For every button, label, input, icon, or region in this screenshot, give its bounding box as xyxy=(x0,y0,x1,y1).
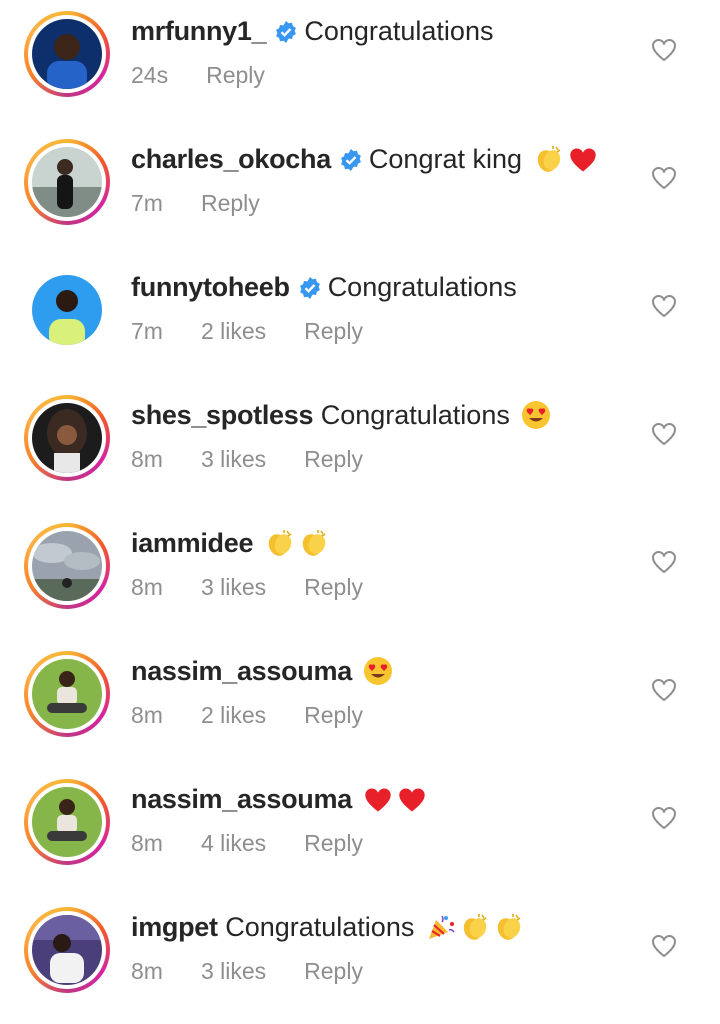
like-heart-icon[interactable] xyxy=(651,294,677,318)
avatar[interactable] xyxy=(32,659,102,729)
comment-time: 7m xyxy=(131,318,163,344)
comment-username[interactable]: funnytoheeb xyxy=(131,272,290,302)
party-popper-icon xyxy=(426,912,456,950)
comment-username[interactable]: nassim_assouma xyxy=(131,784,352,814)
comment-time: 7m xyxy=(131,190,163,216)
story-ring[interactable] xyxy=(24,779,110,865)
like-heart-icon[interactable] xyxy=(651,166,677,190)
clapping-hands-icon xyxy=(299,528,329,566)
comment-username[interactable]: charles_okocha xyxy=(131,144,331,174)
comment-text: Congratulations xyxy=(304,16,494,46)
story-ring[interactable] xyxy=(24,523,110,609)
like-count[interactable]: 2 likes xyxy=(201,318,266,344)
verified-badge-icon xyxy=(274,18,298,52)
reply-button[interactable]: Reply xyxy=(304,318,363,344)
avatar-frame xyxy=(24,267,110,353)
like-heart-icon[interactable] xyxy=(651,678,677,702)
reply-button[interactable]: Reply xyxy=(206,62,265,88)
comment-time: 8m xyxy=(131,574,163,600)
comment-username[interactable]: iammidee xyxy=(131,528,253,558)
reply-button[interactable]: Reply xyxy=(304,830,363,856)
reply-button[interactable]: Reply xyxy=(304,446,363,472)
comment-username[interactable]: shes_spotless xyxy=(131,400,314,430)
comment-item: nassim_assouma 8m 4 likes Reply xyxy=(0,768,720,896)
verified-badge-icon xyxy=(298,274,322,308)
comment-text: Congratulations xyxy=(225,912,415,942)
comment-text: Congratulations xyxy=(320,400,510,430)
verified-badge-icon xyxy=(339,146,363,180)
avatar[interactable] xyxy=(32,147,102,217)
reply-button[interactable]: Reply xyxy=(304,574,363,600)
clapping-hands-icon xyxy=(265,528,295,566)
like-heart-icon[interactable] xyxy=(651,38,677,62)
clapping-hands-icon xyxy=(460,912,490,950)
like-heart-icon[interactable] xyxy=(651,934,677,958)
story-ring[interactable] xyxy=(24,651,110,737)
like-count[interactable]: 3 likes xyxy=(201,446,266,472)
comment-username[interactable]: mrfunny1_ xyxy=(131,16,267,46)
comment-text: Congratulations xyxy=(327,272,517,302)
comment-item: funnytoheeb Congratulations 7m 2 likes Repl… xyxy=(0,256,720,384)
comment-item: charles_okocha Congrat king 7m Reply xyxy=(0,128,720,256)
avatar[interactable] xyxy=(32,19,102,89)
comment-item: imgpet Congratulations 8m 3 likes Reply xyxy=(0,896,720,1024)
avatar[interactable] xyxy=(32,531,102,601)
story-ring[interactable] xyxy=(24,395,110,481)
avatar[interactable] xyxy=(32,915,102,985)
reply-button[interactable]: Reply xyxy=(201,190,260,216)
story-ring[interactable] xyxy=(24,139,110,225)
red-heart-icon xyxy=(397,786,427,822)
comment-time: 8m xyxy=(131,958,163,984)
comment-item: shes_spotless Congratulations 8m 3 likes R… xyxy=(0,384,720,512)
like-heart-icon[interactable] xyxy=(651,806,677,830)
comment-username[interactable]: nassim_assouma xyxy=(131,656,352,686)
heart-eyes-icon xyxy=(521,400,551,438)
like-count[interactable]: 3 likes xyxy=(201,958,266,984)
like-count[interactable]: 2 likes xyxy=(201,702,266,728)
comment-item: iammidee 8m 3 likes Reply xyxy=(0,512,720,640)
red-heart-icon xyxy=(363,786,393,822)
red-heart-icon xyxy=(568,146,598,182)
like-heart-icon[interactable] xyxy=(651,550,677,574)
avatar[interactable] xyxy=(32,787,102,857)
avatar[interactable] xyxy=(32,403,102,473)
comments-list: mrfunny1_ Congratulations 24s Reply charle… xyxy=(0,0,720,1024)
like-count[interactable]: 3 likes xyxy=(201,574,266,600)
comment-username[interactable]: imgpet xyxy=(131,912,218,942)
clapping-hands-icon xyxy=(534,144,564,182)
comment-time: 8m xyxy=(131,446,163,472)
heart-eyes-icon xyxy=(363,656,393,694)
like-count[interactable]: 4 likes xyxy=(201,830,266,856)
comment-time: 8m xyxy=(131,830,163,856)
comment-time: 24s xyxy=(131,62,169,88)
story-ring[interactable] xyxy=(24,907,110,993)
reply-button[interactable]: Reply xyxy=(304,702,363,728)
comment-text: Congrat king xyxy=(368,144,523,174)
comment-item: nassim_assouma 8m 2 likes Reply xyxy=(0,640,720,768)
story-ring[interactable] xyxy=(24,11,110,97)
clapping-hands-icon xyxy=(494,912,524,950)
comment-item: mrfunny1_ Congratulations 24s Reply xyxy=(0,0,720,128)
comment-time: 8m xyxy=(131,702,163,728)
avatar[interactable] xyxy=(32,275,102,345)
reply-button[interactable]: Reply xyxy=(304,958,363,984)
like-heart-icon[interactable] xyxy=(651,422,677,446)
